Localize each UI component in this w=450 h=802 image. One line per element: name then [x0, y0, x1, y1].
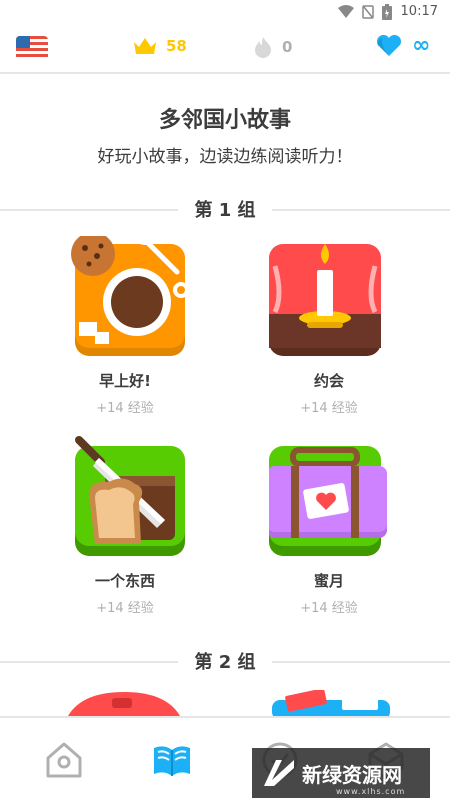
- story-card[interactable]: 约会 +14 经验: [249, 236, 409, 416]
- group-label: 第 1 组: [194, 200, 256, 221]
- status-bar: 10:17: [0, 0, 450, 24]
- watermark-url: www.xlhs.com: [336, 787, 406, 796]
- status-icons: [338, 4, 392, 20]
- story-xp: +14 经验: [96, 601, 154, 616]
- story-title: 蜜月: [313, 572, 344, 590]
- suitcase-heart-icon[interactable]: [267, 436, 389, 556]
- nav-stories[interactable]: [150, 738, 194, 782]
- story-xp: +14 经验: [300, 401, 358, 416]
- leaf-logo-icon: [264, 760, 294, 786]
- heart-icon: [376, 35, 402, 56]
- group-header: 第 1 组: [0, 196, 450, 226]
- group-header: 第 2 组: [0, 648, 450, 678]
- home-icon: [46, 742, 82, 778]
- top-bar: 58 0 ∞: [0, 24, 450, 74]
- streak-count: 0: [282, 38, 293, 56]
- crown-icon: [134, 38, 156, 54]
- us-flag-icon[interactable]: [16, 36, 48, 60]
- candle-dinner-icon[interactable]: [269, 236, 389, 356]
- story-card[interactable]: [272, 690, 390, 716]
- page-subtitle: 好玩小故事，边读边练阅读听力！: [97, 147, 353, 167]
- watermark: 新绿资源网 www.xlhs.com: [252, 748, 430, 798]
- bread-knife-icon[interactable]: [65, 436, 185, 556]
- nav-home[interactable]: [42, 738, 86, 782]
- coffee-cookie-icon[interactable]: [65, 232, 189, 356]
- crown-counter[interactable]: 58: [132, 36, 187, 56]
- no-sim-icon: [362, 5, 374, 19]
- streak-counter[interactable]: 0: [254, 36, 292, 58]
- hearts-counter[interactable]: ∞: [376, 35, 430, 57]
- group-label: 第 2 组: [194, 652, 256, 673]
- story-title: 早上好!: [99, 372, 151, 390]
- open-book-icon: [154, 746, 190, 776]
- page-title: 多邻国小故事: [158, 108, 291, 133]
- story-card[interactable]: 一个东西 +14 经验: [45, 436, 205, 616]
- story-card[interactable]: 蜜月 +14 经验: [249, 436, 409, 616]
- battery-icon: [382, 4, 392, 20]
- story-title: 一个东西: [94, 572, 155, 590]
- watermark-text: 新绿资源网: [302, 762, 402, 787]
- flame-icon: [255, 37, 271, 58]
- wifi-icon: [338, 5, 354, 18]
- story-title: 约会: [313, 372, 344, 390]
- story-xp: +14 经验: [300, 601, 358, 616]
- story-card[interactable]: [62, 690, 186, 716]
- crown-count: 58: [166, 37, 187, 55]
- status-time: 10:17: [400, 4, 438, 19]
- story-card[interactable]: 早上好! +14 经验: [45, 232, 205, 416]
- hearts-count: ∞: [412, 33, 431, 58]
- story-xp: +14 经验: [96, 401, 154, 416]
